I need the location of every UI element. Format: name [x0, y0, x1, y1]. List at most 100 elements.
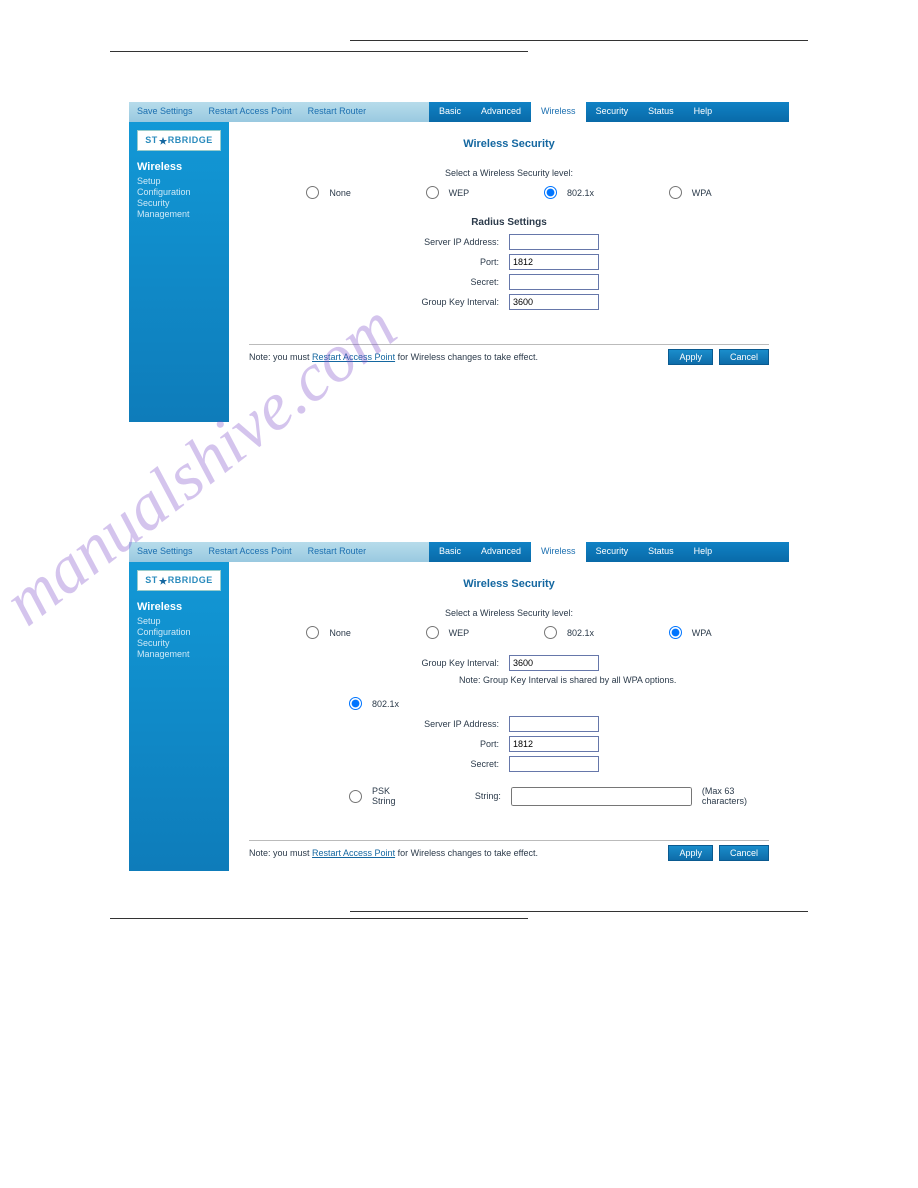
page-subtitle: Select a Wireless Security level: — [249, 168, 769, 178]
brand-logo: STRBRIDGE — [137, 130, 221, 151]
radio-8021x[interactable] — [544, 626, 557, 639]
radio-wpa-8021x[interactable] — [349, 697, 362, 710]
rule-top-left — [110, 51, 528, 52]
radio-wpa-8021x-label: 802.1x — [372, 699, 399, 709]
screenshot-2: Save Settings Restart Access Point Resta… — [129, 542, 789, 871]
sidebar-item-security[interactable]: Security — [137, 638, 221, 648]
link-restart-ap-inline[interactable]: Restart Access Point — [312, 848, 395, 858]
radio-8021x-label: 802.1x — [567, 188, 594, 198]
link-restart-router[interactable]: Restart Router — [300, 102, 375, 122]
label-port: Port: — [249, 257, 509, 267]
star-icon — [158, 576, 168, 586]
sidebar-item-setup[interactable]: Setup — [137, 616, 221, 626]
rule-top-right — [350, 40, 808, 41]
input-server-ip[interactable] — [509, 716, 599, 732]
apply-button[interactable]: Apply — [668, 845, 713, 861]
input-port[interactable] — [509, 254, 599, 270]
radio-none[interactable] — [306, 186, 319, 199]
top-nav-right: Basic Advanced Wireless Security Status … — [429, 542, 789, 562]
brand-logo: STRBRIDGE — [137, 570, 221, 591]
label-secret: Secret: — [249, 277, 509, 287]
tab-advanced[interactable]: Advanced — [471, 102, 531, 122]
sidebar-title: Wireless — [137, 601, 221, 613]
footer-note: Note: you must Restart Access Point for … — [249, 848, 662, 858]
tab-security[interactable]: Security — [586, 102, 639, 122]
radio-none-label: None — [329, 628, 351, 638]
label-server-ip: Server IP Address: — [249, 237, 509, 247]
radio-psk-label: PSK String — [372, 786, 409, 806]
sidebar-item-configuration[interactable]: Configuration — [137, 187, 221, 197]
page-title: Wireless Security — [249, 578, 769, 590]
main-panel: Wireless Security Select a Wireless Secu… — [229, 122, 789, 422]
sidebar-item-setup[interactable]: Setup — [137, 176, 221, 186]
psk-hint: (Max 63 characters) — [702, 786, 769, 806]
top-nav: Save Settings Restart Access Point Resta… — [129, 102, 789, 122]
sidebar-item-configuration[interactable]: Configuration — [137, 627, 221, 637]
sidebar-item-management[interactable]: Management — [137, 209, 221, 219]
label-group-key-interval: Group Key Interval: — [249, 658, 509, 668]
top-nav-right: Basic Advanced Wireless Security Status … — [429, 102, 789, 122]
tab-basic[interactable]: Basic — [429, 102, 471, 122]
sidebar-title: Wireless — [137, 161, 221, 173]
radio-wep[interactable] — [426, 186, 439, 199]
tab-wireless[interactable]: Wireless — [531, 542, 586, 562]
label-port: Port: — [249, 739, 509, 749]
link-restart-ap-inline[interactable]: Restart Access Point — [312, 352, 395, 362]
radio-none[interactable] — [306, 626, 319, 639]
sidebar: STRBRIDGE Wireless Setup Configuration S… — [129, 122, 229, 422]
label-psk-string: String: — [475, 791, 501, 801]
input-port[interactable] — [509, 736, 599, 752]
tab-wireless[interactable]: Wireless — [531, 102, 586, 122]
radio-wep[interactable] — [426, 626, 439, 639]
tab-help[interactable]: Help — [684, 102, 723, 122]
sidebar-item-management[interactable]: Management — [137, 649, 221, 659]
tab-status[interactable]: Status — [638, 102, 684, 122]
radio-8021x[interactable] — [544, 186, 557, 199]
page-subtitle: Select a Wireless Security level: — [249, 608, 769, 618]
link-restart-router[interactable]: Restart Router — [300, 542, 375, 562]
input-server-ip[interactable] — [509, 234, 599, 250]
tab-security[interactable]: Security — [586, 542, 639, 562]
radio-none-label: None — [329, 188, 351, 198]
top-nav-left: Save Settings Restart Access Point Resta… — [129, 102, 429, 122]
sidebar-item-security[interactable]: Security — [137, 198, 221, 208]
input-secret[interactable] — [509, 274, 599, 290]
label-server-ip: Server IP Address: — [249, 719, 509, 729]
radius-heading: Radius Settings — [249, 217, 769, 228]
link-restart-ap[interactable]: Restart Access Point — [201, 102, 300, 122]
rule-bottom-right — [350, 911, 808, 912]
page-title: Wireless Security — [249, 138, 769, 150]
footer-note: Note: you must Restart Access Point for … — [249, 352, 662, 362]
tab-help[interactable]: Help — [684, 542, 723, 562]
link-save-settings[interactable]: Save Settings — [129, 542, 201, 562]
radio-wpa-label: WPA — [692, 188, 712, 198]
top-nav: Save Settings Restart Access Point Resta… — [129, 542, 789, 562]
label-group-key-interval: Group Key Interval: — [249, 297, 509, 307]
tab-status[interactable]: Status — [638, 542, 684, 562]
cancel-button[interactable]: Cancel — [719, 845, 769, 861]
sidebar: STRBRIDGE Wireless Setup Configuration S… — [129, 562, 229, 871]
rule-bottom-left — [110, 918, 528, 919]
gki-note: Note: Group Key Interval is shared by al… — [459, 675, 699, 685]
link-restart-ap[interactable]: Restart Access Point — [201, 542, 300, 562]
input-group-key-interval[interactable] — [509, 655, 599, 671]
radio-wep-label: WEP — [449, 188, 470, 198]
security-level-row: None WEP 802.1x WPA — [249, 626, 769, 651]
tab-advanced[interactable]: Advanced — [471, 542, 531, 562]
apply-button[interactable]: Apply — [668, 349, 713, 365]
input-psk-string[interactable] — [511, 787, 692, 806]
star-icon — [158, 136, 168, 146]
radio-psk[interactable] — [349, 790, 362, 803]
radio-wpa-label: WPA — [692, 628, 712, 638]
radio-wpa[interactable] — [669, 626, 682, 639]
security-level-row: None WEP 802.1x WPA — [249, 186, 769, 211]
radio-wep-label: WEP — [449, 628, 470, 638]
input-group-key-interval[interactable] — [509, 294, 599, 310]
tab-basic[interactable]: Basic — [429, 542, 471, 562]
link-save-settings[interactable]: Save Settings — [129, 102, 201, 122]
radio-wpa[interactable] — [669, 186, 682, 199]
label-secret: Secret: — [249, 759, 509, 769]
input-secret[interactable] — [509, 756, 599, 772]
top-nav-left: Save Settings Restart Access Point Resta… — [129, 542, 429, 562]
cancel-button[interactable]: Cancel — [719, 349, 769, 365]
